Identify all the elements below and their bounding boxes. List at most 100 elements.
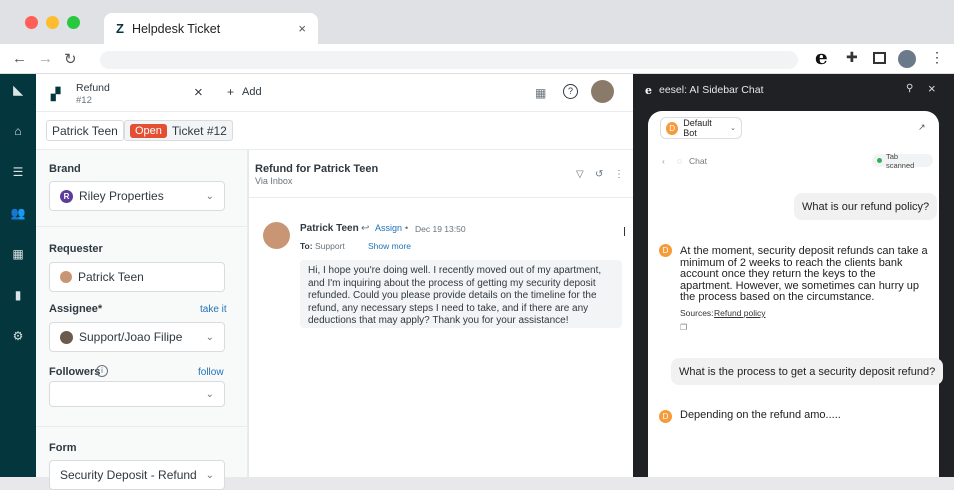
assign-link[interactable]: Assign — [375, 223, 402, 233]
add-plus-icon[interactable]: + — [227, 85, 234, 99]
minimize-window-button[interactable] — [46, 16, 59, 29]
chevron-down-icon: ⌄ — [730, 125, 736, 132]
bot-avatar-icon: D — [659, 410, 672, 423]
message-date: Dec 19 13:50 — [415, 224, 466, 234]
forward-icon[interactable]: → — [38, 50, 53, 67]
divider — [36, 426, 248, 427]
chevron-down-icon: ⌄ — [205, 331, 214, 343]
expand-icon[interactable]: ↗ — [918, 122, 926, 133]
bot-avatar-icon: D — [659, 244, 672, 257]
zendesk-logo-icon: Z — [116, 21, 124, 36]
ticket-tab-icon: ▞ — [51, 87, 61, 101]
chevron-down-icon: ⌄ — [205, 190, 214, 202]
author-name[interactable]: Patrick Teen — [300, 223, 359, 234]
brand-icon: R — [60, 189, 73, 203]
close-ticket-tab-icon[interactable]: × — [194, 84, 203, 101]
add-tab-button[interactable]: Add — [242, 86, 262, 98]
more-menu-icon[interactable]: ⋮ — [930, 49, 944, 66]
more-options-icon[interactable]: ⋮ — [614, 169, 624, 180]
sidebar-title: eesel: AI Sidebar Chat — [659, 84, 764, 96]
divider — [249, 197, 633, 198]
filter-icon[interactable]: ▽ — [576, 169, 584, 180]
extensions-puzzle-icon[interactable]: ✚ — [846, 49, 858, 66]
followers-select[interactable]: ⌄ — [49, 381, 225, 407]
bot-avatar-icon: D — [666, 121, 679, 135]
divider — [36, 226, 248, 227]
apps-grid-icon[interactable]: ▦ — [535, 86, 546, 100]
ticket-subject: Refund for Patrick Teen — [255, 163, 379, 175]
status-badge: Open — [130, 123, 167, 138]
user-message: What is our refund policy? — [794, 193, 938, 220]
tab-scanned-badge: Tab scanned — [872, 151, 933, 170]
chevron-down-icon: ⌄ — [205, 388, 214, 400]
home-icon[interactable]: ⌂ — [10, 123, 26, 139]
back-chevron-icon[interactable]: ‹ — [662, 156, 665, 166]
reload-icon[interactable]: ↻ — [64, 50, 77, 68]
assignee-value: Support/Joao Filipe — [79, 330, 183, 344]
side-panel-icon[interactable] — [873, 52, 886, 64]
form-label: Form — [49, 442, 77, 454]
scanned-dot-icon — [877, 158, 882, 163]
copy-icon[interactable]: ❐ — [680, 323, 687, 332]
reply-icon: ↩ — [361, 223, 370, 234]
tab-scanned-label: Tab scanned — [885, 151, 915, 170]
requester-label: Requester — [49, 243, 103, 255]
close-sidebar-icon[interactable]: × — [928, 81, 936, 96]
show-more-link[interactable]: Show more — [368, 241, 411, 251]
brand-value: Riley Properties — [79, 189, 164, 203]
to-label: To: — [300, 241, 313, 251]
to-value: Support — [315, 241, 345, 251]
ticket-tab-number: #12 — [76, 95, 92, 106]
assignee-select[interactable]: Support/Joao Filipe ⌄ — [49, 322, 225, 352]
close-window-button[interactable] — [25, 16, 38, 29]
sources-label: Sources: — [680, 308, 714, 318]
form-select[interactable]: Security Deposit - Refund ⌄ — [49, 460, 225, 490]
dot-separator: • — [405, 223, 409, 233]
source-link[interactable]: Refund policy — [714, 308, 766, 318]
url-input[interactable] — [100, 51, 798, 69]
zendesk-nav: ◣ ⌂ ☰ 👥 ▦ ▮ ⚙ — [0, 74, 36, 477]
requester-value: Patrick Teen — [78, 270, 144, 284]
breadcrumb-ticket-label: Ticket #12 — [171, 123, 227, 138]
close-tab-icon[interactable]: × — [298, 21, 306, 36]
brand-label: Brand — [49, 163, 81, 175]
user-message: What is the process to get a security de… — [671, 358, 944, 385]
views-icon[interactable]: ☰ — [10, 164, 26, 180]
settings-gear-icon[interactable]: ⚙ — [10, 328, 26, 344]
reporting-icon[interactable]: ▮ — [10, 287, 26, 303]
text-cursor — [624, 227, 625, 236]
chat-bubble-icon: ◌ — [677, 156, 683, 166]
brand-select[interactable]: R Riley Properties ⌄ — [49, 181, 225, 211]
history-icon[interactable]: ↺ — [595, 169, 603, 180]
breadcrumb-requester[interactable]: Patrick Teen — [46, 120, 124, 141]
bot-selector[interactable]: D Default Bot ⌄ — [660, 117, 742, 139]
form-value: Security Deposit - Refund — [60, 468, 197, 482]
customers-icon[interactable]: 👥 — [10, 205, 26, 221]
maximize-window-button[interactable] — [67, 16, 80, 29]
zendesk-home-logo-icon[interactable]: ◣ — [10, 82, 26, 98]
tab-title: Helpdesk Ticket — [131, 21, 221, 36]
eesel-logo-icon: e — [645, 84, 652, 97]
pin-icon[interactable]: ⚲ — [906, 83, 913, 94]
assignee-avatar — [60, 330, 73, 344]
profile-avatar[interactable] — [898, 50, 916, 68]
chevron-down-icon: ⌄ — [205, 469, 214, 481]
follow-link[interactable]: follow — [198, 367, 224, 378]
breadcrumb-requester-label: Patrick Teen — [52, 123, 118, 138]
message-body: Hi, I hope you're doing well. I recently… — [300, 260, 622, 328]
browser-tab[interactable]: Z Helpdesk Ticket × — [104, 13, 318, 44]
eesel-extension-icon[interactable]: e — [815, 45, 828, 69]
chat-label: Chat — [689, 156, 707, 166]
back-icon[interactable]: ← — [12, 50, 27, 67]
take-it-link[interactable]: take it — [200, 304, 227, 315]
author-avatar — [263, 222, 290, 249]
organizations-icon[interactable]: ▦ — [10, 246, 26, 262]
requester-field[interactable]: Patrick Teen — [49, 262, 225, 292]
help-icon[interactable]: ? — [563, 84, 578, 99]
ticket-tab-title[interactable]: Refund — [76, 82, 110, 94]
agent-avatar[interactable] — [591, 80, 614, 103]
bot-message-streaming: Depending on the refund amo..... — [680, 409, 841, 421]
info-icon[interactable]: i — [96, 365, 108, 377]
breadcrumb-ticket[interactable]: Open Ticket #12 — [124, 120, 233, 141]
bot-name: Default Bot — [683, 118, 712, 138]
